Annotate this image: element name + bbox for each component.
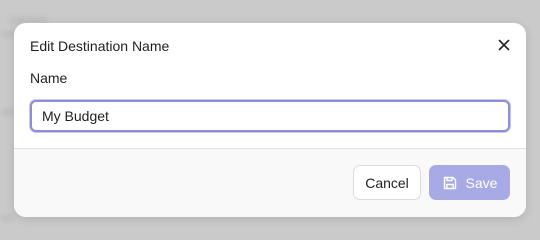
name-field-label: Name	[30, 70, 68, 86]
cancel-button[interactable]: Cancel	[353, 165, 421, 200]
background-blur-element	[0, 214, 14, 222]
cancel-button-label: Cancel	[365, 174, 409, 191]
close-button[interactable]	[496, 37, 512, 53]
dialog-title: Edit Destination Name	[30, 38, 170, 54]
close-icon	[498, 39, 510, 51]
floppy-disk-icon	[443, 176, 456, 189]
dialog-footer: Cancel Save	[14, 149, 526, 217]
edit-destination-dialog: Edit Destination Name Name Cancel Save	[14, 23, 526, 217]
destination-name-input[interactable]	[30, 100, 510, 132]
save-button-label: Save	[465, 174, 498, 191]
save-button[interactable]: Save	[429, 165, 510, 200]
